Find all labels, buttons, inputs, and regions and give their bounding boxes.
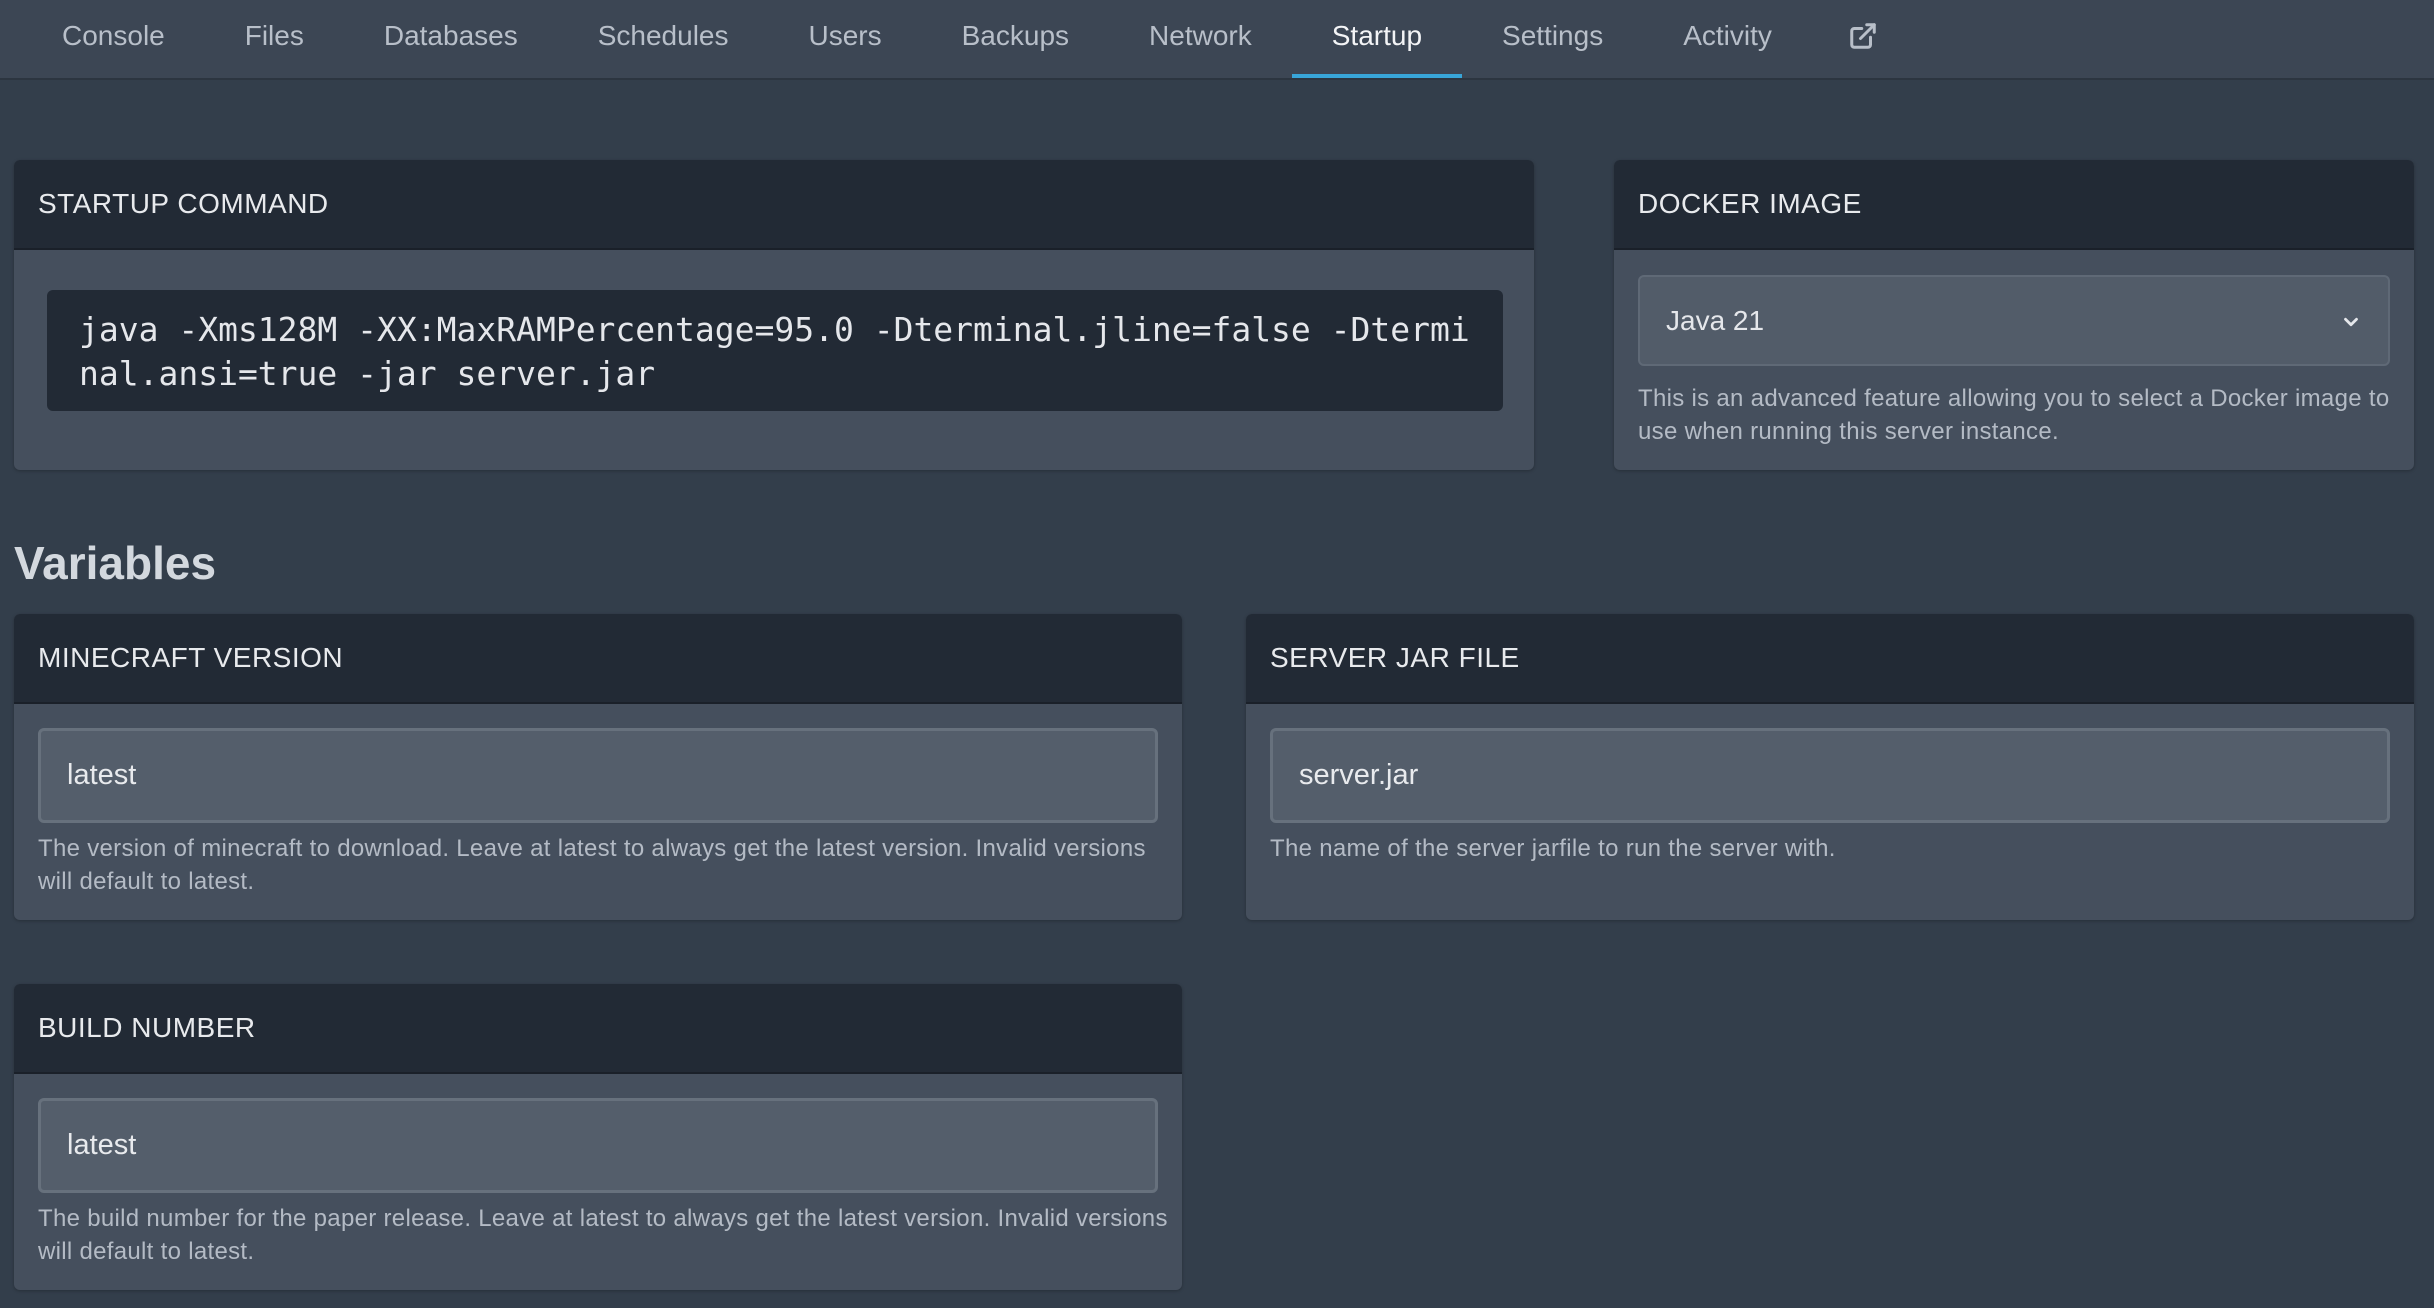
tab-files[interactable]: Files [205,0,344,78]
minecraft-version-help: The version of minecraft to download. Le… [38,835,1146,895]
tab-console[interactable]: Console [22,0,205,78]
server-jar-header: SERVER JAR FILE [1246,614,2414,704]
tab-databases[interactable]: Databases [344,0,558,78]
chevron-down-icon [2344,317,2358,327]
build-number-header: BUILD NUMBER [14,984,1182,1074]
build-number-input[interactable]: latest [38,1098,1158,1193]
startup-command-card: STARTUP COMMAND java -Xms128M -XX:MaxRAM… [14,160,1534,470]
docker-image-card: DOCKER IMAGE Java 21 This is an advanced… [1614,160,2414,470]
tab-activity[interactable]: Activity [1643,0,1812,78]
tab-schedules[interactable]: Schedules [558,0,769,78]
docker-image-selected: Java 21 [1666,304,1765,336]
tab-startup[interactable]: Startup [1291,0,1463,78]
docker-image-select[interactable]: Java 21 [1638,275,2390,366]
startup-command-header: STARTUP COMMAND [14,160,1534,250]
tab-network[interactable]: Network [1109,0,1292,78]
minecraft-version-input[interactable]: latest [38,728,1158,823]
build-number-card: BUILD NUMBER latest The build number for… [14,984,1182,1290]
docker-image-header: DOCKER IMAGE [1614,160,2414,250]
build-number-help: The build number for the paper release. … [38,1205,1168,1265]
tab-users[interactable]: Users [769,0,922,78]
minecraft-version-header: MINECRAFT VERSION [14,614,1182,704]
startup-command-text: java -Xms128M -XX:MaxRAMPercentage=95.0 … [47,290,1503,411]
minecraft-version-card: MINECRAFT VERSION latest The version of … [14,614,1182,920]
variables-title: Variables [14,537,217,589]
server-jar-input[interactable]: server.jar [1270,728,2390,823]
tab-backups[interactable]: Backups [922,0,1109,78]
external-link-button[interactable] [1812,0,1918,72]
server-jar-help: The name of the server jarfile to run th… [1270,835,1836,862]
external-link-icon [1850,23,1876,49]
tab-settings[interactable]: Settings [1462,0,1643,78]
server-nav: Console Files Databases Schedules Users … [0,0,2434,80]
server-jar-card: SERVER JAR FILE server.jar The name of t… [1246,614,2414,920]
docker-image-help: This is an advanced feature allowing you… [1638,385,2390,445]
